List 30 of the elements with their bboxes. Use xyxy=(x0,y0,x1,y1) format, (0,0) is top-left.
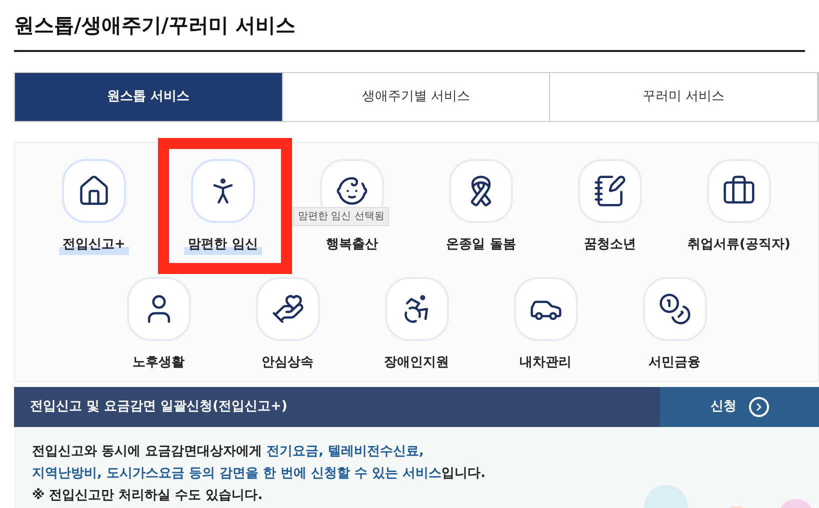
page-title: 원스톱/생애주기/꾸러미 서비스 xyxy=(14,10,805,52)
tab[interactable]: 원스톱 서비스 xyxy=(15,73,283,121)
service-label[interactable]: 행복출산 xyxy=(322,235,382,254)
service-label[interactable]: 꿈청소년 xyxy=(580,235,640,254)
service-button[interactable] xyxy=(256,276,320,340)
service-label[interactable]: 내차관리 xyxy=(516,352,576,372)
notebook-pen-icon xyxy=(593,174,627,208)
service-label[interactable]: 노후생활 xyxy=(128,352,188,372)
service-description: 전입신고와 동시에 요금감면대상자에게 전기요금, 텔레비전수신료, 지역난방비, 도시가스요금 등의 감면을 한 번에 신청할 수 있는 서비스입니다. ※ 전입신고만 처리하실 수도 있습니다. xyxy=(32,443,487,505)
service-button[interactable] xyxy=(642,276,706,340)
service-button[interactable] xyxy=(191,159,255,223)
banner-title: 전입신고 및 요금감면 일괄신청(전입신고+) xyxy=(30,398,288,416)
service-button[interactable] xyxy=(578,159,642,223)
coins-icon xyxy=(658,292,692,326)
house-icon xyxy=(77,174,111,208)
service-label[interactable]: 장애인지원 xyxy=(380,352,453,372)
tooltip: 맘편한 임신 선택됨 xyxy=(293,207,390,226)
service-label[interactable]: 전입신고+ xyxy=(58,235,130,254)
service-button[interactable] xyxy=(384,276,448,340)
service-label[interactable]: 맘편한 임신 xyxy=(184,235,262,254)
service-label[interactable]: 취업서류(공직자) xyxy=(684,235,794,254)
service-label[interactable]: 서민금융 xyxy=(644,352,704,372)
service-button[interactable] xyxy=(62,159,126,223)
service-label[interactable]: 안심상속 xyxy=(258,352,318,372)
apply-button[interactable]: 신청 xyxy=(660,387,819,427)
service-label[interactable]: 온종일 돌봄 xyxy=(442,235,520,254)
service-button[interactable] xyxy=(449,159,513,223)
service-button[interactable] xyxy=(126,276,190,340)
service-button[interactable] xyxy=(514,276,578,340)
service-button[interactable] xyxy=(707,159,771,223)
